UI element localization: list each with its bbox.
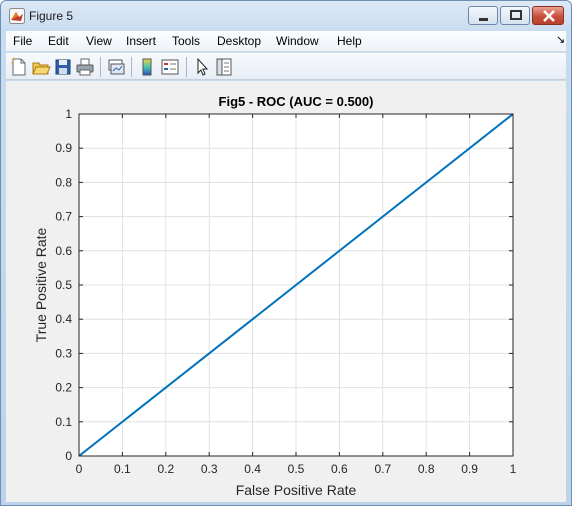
x-tick-label: 0.6: [331, 462, 348, 476]
x-axis-label: False Positive Rate: [236, 482, 357, 498]
window-title: Figure 5: [29, 9, 74, 23]
save-icon[interactable]: [53, 57, 73, 77]
toolbar-separator: [186, 57, 187, 77]
colorbar-icon[interactable]: [137, 57, 157, 77]
maximize-icon: [510, 10, 522, 20]
y-tick-label: 0: [65, 449, 72, 463]
menu-edit[interactable]: Edit: [48, 34, 69, 48]
menu-help[interactable]: Help: [337, 34, 362, 48]
x-tick-label: 0: [76, 462, 83, 476]
y-tick-label: 0.6: [55, 244, 72, 258]
x-tick-label: 0.9: [461, 462, 478, 476]
y-tick-label: 0.9: [55, 141, 72, 155]
y-tick-label: 0.3: [55, 346, 72, 360]
x-tick-label: 0.2: [157, 462, 174, 476]
minimize-icon: [479, 18, 488, 21]
property-editor-icon[interactable]: [214, 57, 234, 77]
pointer-icon[interactable]: [192, 57, 212, 77]
y-tick-label: 0.7: [55, 210, 72, 224]
menu-bar: File Edit View Insert Tools Desktop Wind…: [6, 31, 566, 51]
minimize-button[interactable]: [468, 6, 498, 25]
y-axis-label: True Positive Rate: [33, 227, 49, 342]
y-tick-label: 0.5: [55, 278, 72, 292]
x-tick-label: 0.1: [114, 462, 131, 476]
legend-icon[interactable]: [160, 57, 180, 77]
open-file-icon[interactable]: [31, 57, 51, 77]
link-plot-icon[interactable]: [106, 57, 126, 77]
y-tick-label: 0.2: [55, 381, 72, 395]
figure-window: Figure 5 File Edit View Insert Tools Des…: [0, 0, 572, 506]
menu-file[interactable]: File: [13, 34, 32, 48]
menu-dock-arrow-icon[interactable]: ↘: [556, 33, 565, 46]
x-tick-label: 0.7: [374, 462, 391, 476]
y-tick-label: 0.8: [55, 175, 72, 189]
close-icon: [543, 10, 555, 22]
maximize-button[interactable]: [500, 6, 530, 25]
toolbar: [6, 52, 566, 80]
menu-window[interactable]: Window: [276, 34, 319, 48]
title-bar[interactable]: Figure 5: [1, 1, 571, 31]
x-tick-label: 0.4: [244, 462, 261, 476]
y-tick-label: 0.1: [55, 415, 72, 429]
roc-plot: 0 0.1 0.2 0.3 0.4 0.5 0.6 0.7 0.8 0.9 1 0 0.1 0.2 0.3 0…: [33, 94, 517, 498]
toolbar-separator: [100, 57, 101, 77]
matlab-icon: [9, 8, 25, 24]
print-icon[interactable]: [75, 57, 95, 77]
close-button[interactable]: [532, 6, 564, 25]
y-tick-label: 1: [65, 107, 72, 121]
chart-title: Fig5 - ROC (AUC = 0.500): [219, 94, 374, 109]
menu-view[interactable]: View: [86, 34, 112, 48]
x-tick-label: 1: [510, 462, 517, 476]
figure-canvas: 0 0.1 0.2 0.3 0.4 0.5 0.6 0.7 0.8 0.9 1 0 0.1 0.2 0.3 0…: [6, 81, 566, 502]
x-tick-label: 0.3: [201, 462, 218, 476]
y-tick-label: 0.4: [55, 312, 72, 326]
menu-desktop[interactable]: Desktop: [217, 34, 261, 48]
toolbar-separator: [131, 57, 132, 77]
new-figure-icon[interactable]: [9, 57, 29, 77]
x-tick-label: 0.8: [418, 462, 435, 476]
x-tick-label: 0.5: [288, 462, 305, 476]
menu-insert[interactable]: Insert: [126, 34, 156, 48]
menu-tools[interactable]: Tools: [172, 34, 200, 48]
